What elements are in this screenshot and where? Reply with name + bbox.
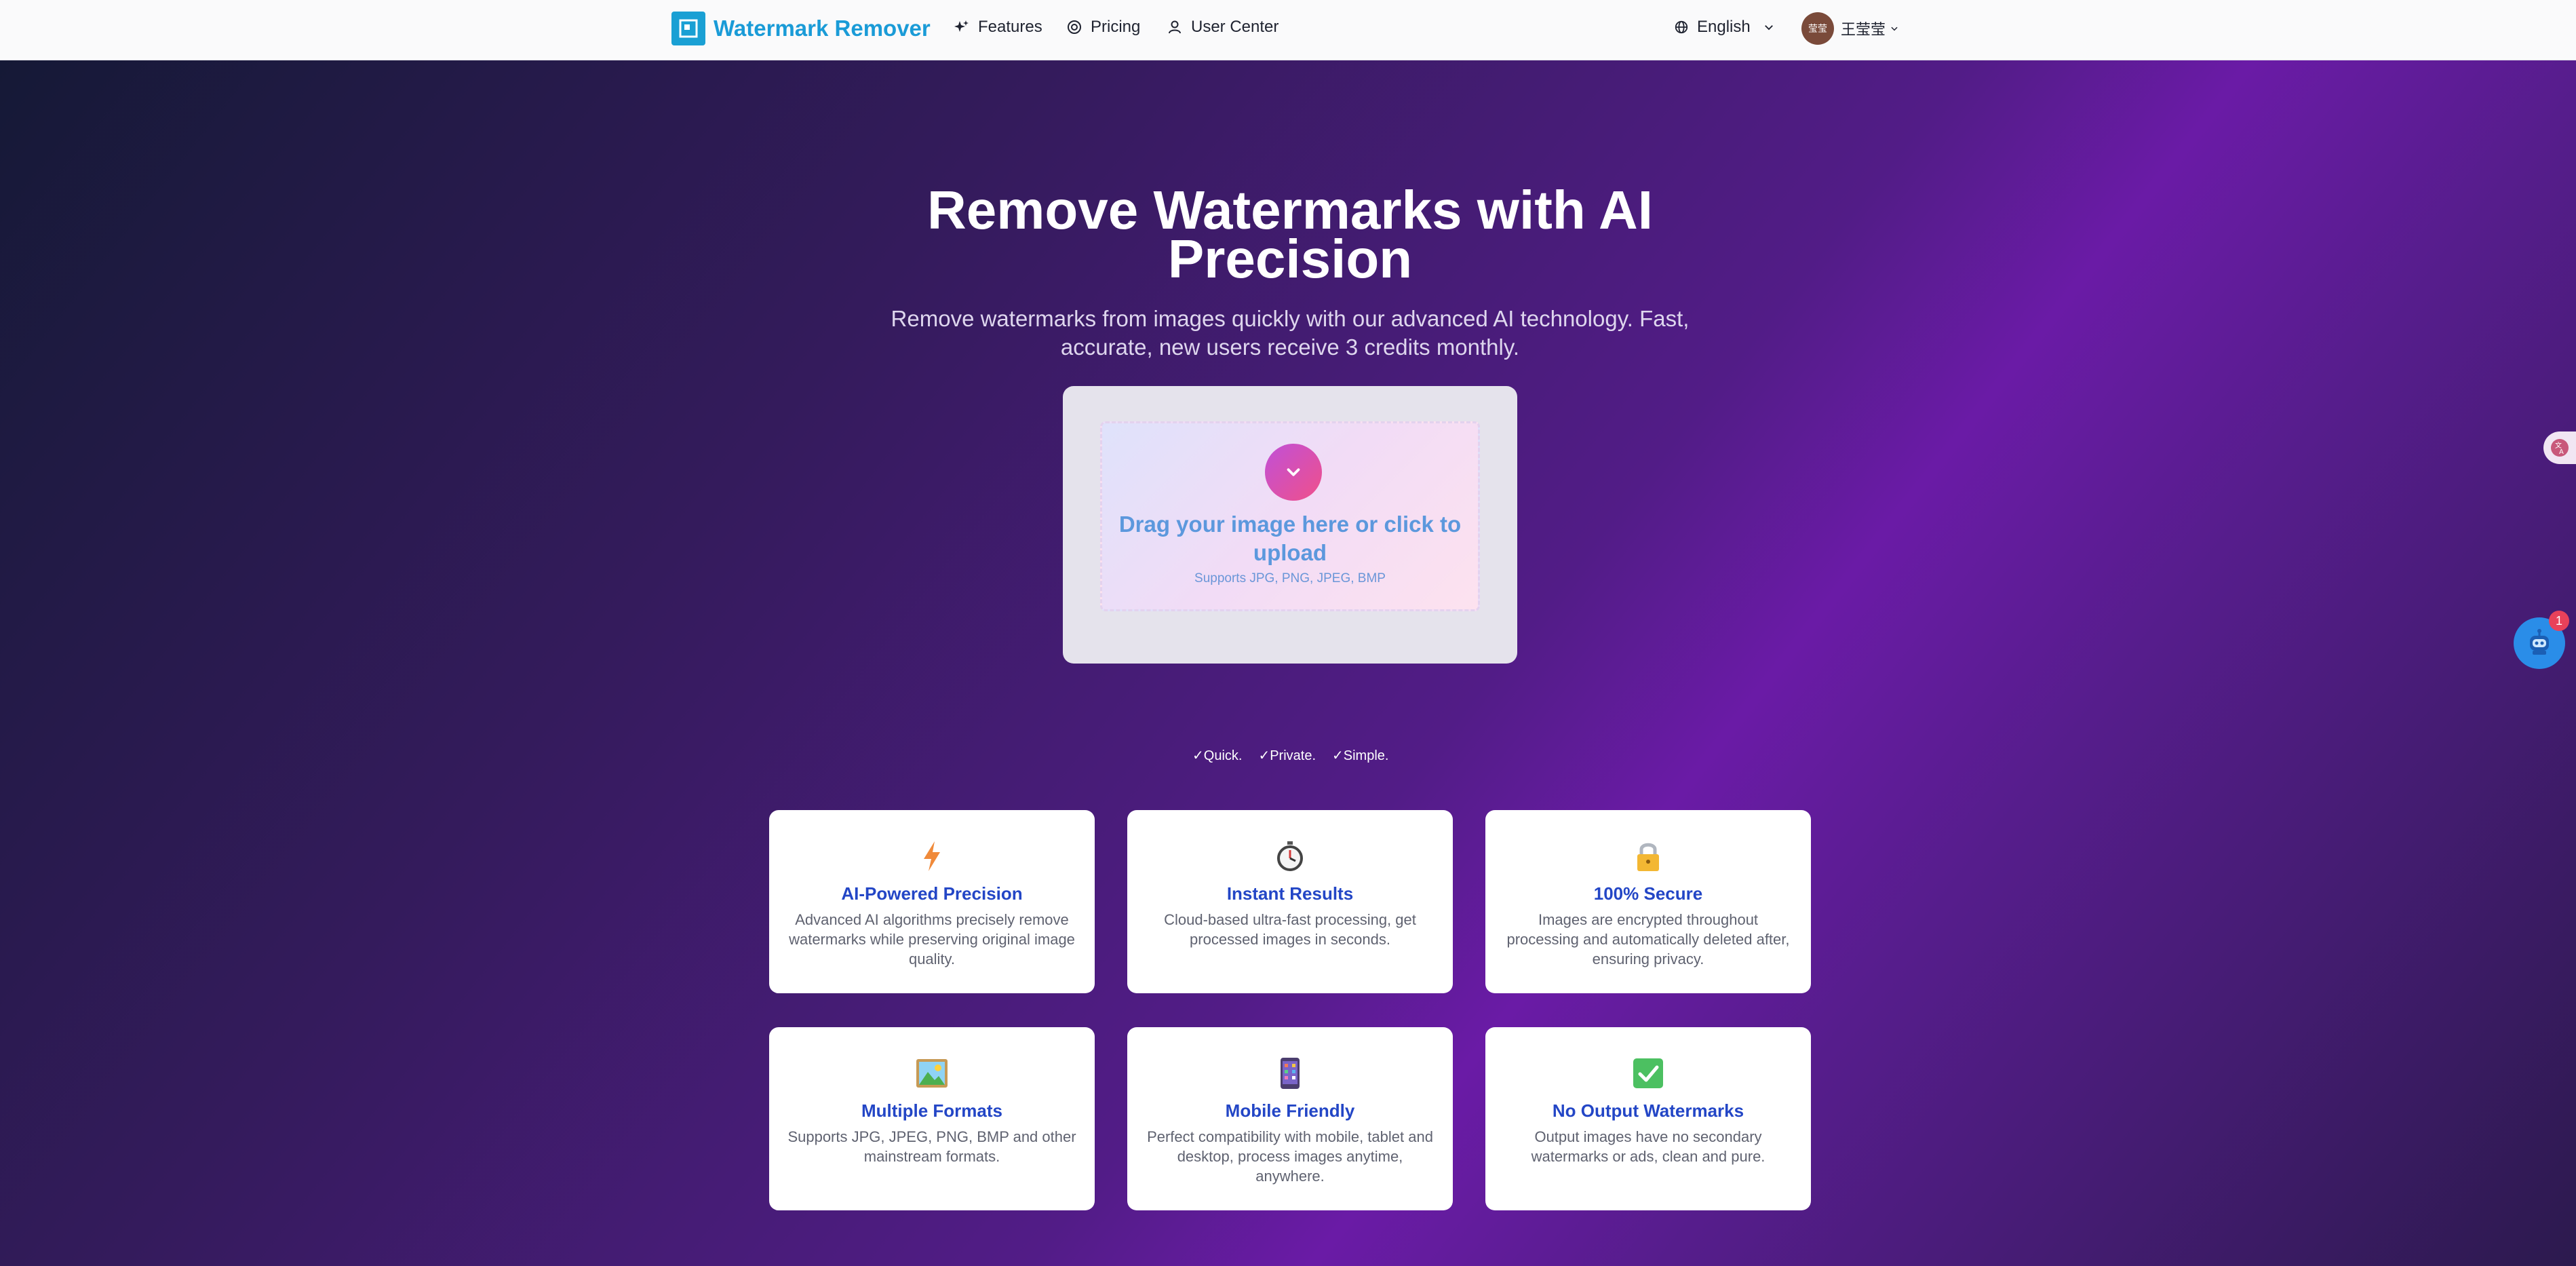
- feature-description: Supports JPG, JPEG, PNG, BMP and other m…: [787, 1128, 1076, 1165]
- feature-description: Output images have no secondary watermar…: [1531, 1128, 1765, 1165]
- coin-icon: [1068, 20, 1081, 34]
- chevron-down-icon: [1891, 26, 1898, 31]
- nav-item-features[interactable]: Features: [954, 18, 1042, 37]
- feature-card: Instant Results Cloud-based ultra-fast p…: [1127, 810, 1453, 993]
- lock-icon: [1503, 839, 1793, 874]
- feature-description: Images are encrypted throughout processi…: [1506, 911, 1790, 967]
- feature-title: AI-Powered Precision: [841, 883, 1023, 904]
- hero-subtitle: Remove watermarks from images quickly wi…: [891, 306, 1690, 360]
- sparkles-icon: [954, 20, 969, 32]
- page-title: Remove Watermarks with AI Precision: [927, 180, 1653, 289]
- picture-icon: [787, 1056, 1077, 1091]
- feature-title: 100% Secure: [1593, 883, 1703, 904]
- tagline-list: ✓Quick. ✓Private. ✓Simple.: [1192, 747, 1388, 764]
- user-menu[interactable]: 莹莹 王莹莹: [1801, 12, 1899, 45]
- feature-title: Instant Results: [1226, 883, 1354, 904]
- avatar: 莹莹: [1801, 12, 1834, 45]
- feature-description: Cloud-based ultra-fast processing, get p…: [1164, 911, 1416, 948]
- user-icon: [1169, 20, 1181, 34]
- translate-icon: 文A: [2551, 439, 2569, 457]
- upload-formats: Supports JPG, PNG, JPEG, BMP: [1194, 571, 1386, 586]
- nav-item-pricing[interactable]: Pricing: [1066, 18, 1140, 37]
- nav-item-label: User Center: [1191, 18, 1279, 36]
- hero-section: Remove Watermarks with AI Precision Remo…: [0, 60, 2576, 1266]
- nav-item-label: Pricing: [1091, 18, 1141, 36]
- svg-text:A: A: [2559, 448, 2564, 456]
- mobile-phone-icon: [1145, 1056, 1435, 1091]
- globe-icon: [1675, 20, 1688, 34]
- chevron-down-icon: [1764, 25, 1773, 31]
- robot-icon: [2530, 629, 2549, 655]
- nav-item-label: Features: [978, 18, 1042, 36]
- upload-instruction: Drag your image here or click to upload: [1118, 512, 1462, 565]
- feature-card: 100% Secure Images are encrypted through…: [1485, 810, 1811, 993]
- language-selector[interactable]: English: [1674, 18, 1775, 37]
- logo-text: Watermark Remover: [714, 16, 931, 41]
- feature-title: Multiple Formats: [861, 1100, 1002, 1121]
- feature-card: No Output Watermarks Output images have …: [1485, 1027, 1811, 1210]
- top-navbar: Watermark Remover Features Pricing User …: [0, 0, 2576, 60]
- stopwatch-icon: [1145, 839, 1435, 874]
- feature-description: Perfect compatibility with mobile, table…: [1147, 1128, 1433, 1185]
- logo-icon: [671, 12, 705, 45]
- feature-card: AI-Powered Precision Advanced AI algorit…: [769, 810, 1095, 993]
- feature-card: Multiple Formats Supports JPG, JPEG, PNG…: [769, 1027, 1095, 1210]
- lightning-icon: [787, 839, 1077, 874]
- tag-private: ✓Private.: [1258, 748, 1316, 763]
- feature-title: No Output Watermarks: [1552, 1100, 1744, 1121]
- check-mark-icon: [1503, 1056, 1793, 1091]
- translate-button[interactable]: 文A: [2543, 431, 2576, 464]
- upload-dropzone[interactable]: Drag your image here or click to upload …: [1100, 421, 1480, 611]
- tag-quick: ✓Quick.: [1192, 748, 1243, 763]
- notification-badge: 1: [2549, 611, 2569, 631]
- feature-description: Advanced AI algorithms precisely remove …: [789, 911, 1075, 967]
- nav-item-user-center[interactable]: User Center: [1167, 18, 1279, 37]
- feature-title: Mobile Friendly: [1225, 1100, 1355, 1121]
- chevron-down-icon: [1265, 444, 1322, 501]
- tag-simple: ✓Simple.: [1332, 748, 1389, 763]
- language-label: English: [1697, 18, 1751, 36]
- logo[interactable]: Watermark Remover: [671, 12, 931, 45]
- user-name: 王莹莹: [1841, 21, 1886, 38]
- feature-card: Mobile Friendly Perfect compatibility wi…: [1127, 1027, 1453, 1210]
- upload-panel: Drag your image here or click to upload …: [1063, 386, 1517, 664]
